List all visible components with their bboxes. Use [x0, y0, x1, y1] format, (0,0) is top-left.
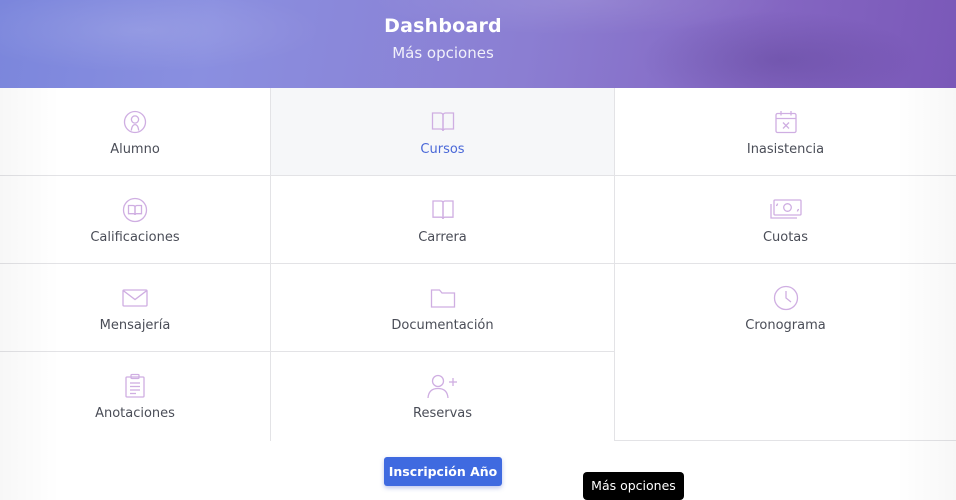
folder-icon [429, 284, 457, 312]
book-circle-icon [121, 196, 149, 224]
menu-grid: Alumno Cursos Inasistencia Calificacione… [0, 88, 956, 441]
user-plus-icon [426, 372, 457, 400]
clipboard-icon [121, 372, 149, 400]
menu-item-calificaciones[interactable]: Calificaciones [0, 176, 271, 264]
menu-item-label: Cuotas [762, 230, 809, 245]
envelope-icon [121, 284, 149, 312]
menu-item-alumno[interactable]: Alumno [0, 88, 271, 176]
menu-item-label: Cursos [420, 142, 465, 157]
cash-icon [769, 196, 802, 224]
menu-item-inasistencia[interactable]: Inasistencia [615, 88, 956, 176]
inscripcion-ano-button[interactable]: Inscripción Año [384, 457, 502, 486]
menu-item-label: Alumno [110, 142, 160, 157]
menu-item-anotaciones[interactable]: Anotaciones [0, 352, 271, 441]
menu-item-cursos[interactable]: Cursos [271, 88, 615, 176]
menu-item-mensajeria[interactable]: Mensajería [0, 264, 271, 352]
menu-item-documentacion[interactable]: Documentación [271, 264, 615, 352]
clock-icon [772, 284, 800, 312]
menu-item-label: Reservas [413, 406, 472, 421]
dashboard-header: Dashboard Más opciones [0, 0, 956, 88]
page-title: Dashboard [384, 15, 502, 37]
menu-item-reservas[interactable]: Reservas [271, 352, 615, 441]
menu-item-label: Mensajería [99, 318, 171, 333]
menu-item-cronograma[interactable]: Cronograma [615, 264, 956, 353]
menu-item-label: Inasistencia [746, 142, 825, 157]
tooltip: Más opciones [583, 472, 684, 500]
menu-item-label: Calificaciones [90, 230, 180, 245]
calendar-x-icon [772, 108, 800, 136]
menu-item-cuotas[interactable]: Cuotas [615, 176, 956, 264]
page-subtitle: Más opciones [392, 44, 494, 62]
menu-item-label: Carrera [418, 230, 467, 245]
menu-item-label: Documentación [391, 318, 494, 333]
menu-item-label: Cronograma [745, 318, 826, 333]
menu-item-label: Anotaciones [95, 406, 175, 421]
menu-item-carrera[interactable]: Carrera [271, 176, 615, 264]
user-circle-icon [121, 108, 149, 136]
open-book-icon [429, 196, 457, 224]
open-book-icon [429, 108, 457, 136]
